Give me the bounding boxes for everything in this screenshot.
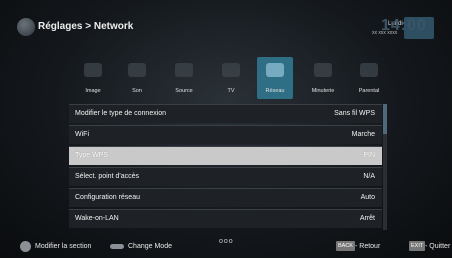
tab-label: Réseau bbox=[265, 88, 285, 94]
menu-item-value: Auto bbox=[360, 194, 375, 201]
menu-item-wps-type[interactable]: Type WPS PIN bbox=[69, 146, 382, 165]
tv-icon bbox=[222, 63, 240, 77]
source-icon bbox=[175, 63, 193, 77]
tab-parental[interactable]: Parental bbox=[351, 57, 387, 99]
footer-bar: Modifier la section Change Mode ooo BACK… bbox=[0, 238, 452, 258]
tab-son[interactable]: Son bbox=[119, 57, 155, 99]
footer-change-mode: Change Mode bbox=[128, 243, 172, 250]
menu-item-label: Type WPS bbox=[75, 152, 109, 159]
tab-label: Parental bbox=[358, 88, 380, 94]
exit-key[interactable]: EXIT bbox=[409, 241, 426, 251]
image-icon bbox=[84, 63, 102, 77]
menu-item-value: Marche bbox=[351, 131, 375, 138]
parental-icon bbox=[360, 63, 378, 77]
network-menu: Modifier le type de connexion Sans fil W… bbox=[69, 104, 387, 230]
tab-tv[interactable]: TV bbox=[213, 57, 249, 99]
tab-source[interactable]: Source bbox=[166, 57, 202, 99]
menu-item-value: N/A bbox=[363, 173, 375, 180]
footer-exit-label: - Quitter bbox=[425, 243, 451, 250]
menu-item-label: Modifier le type de connexion bbox=[75, 110, 167, 117]
menu-item-wifi[interactable]: WiFi Marche bbox=[69, 125, 382, 144]
settings-icon bbox=[17, 18, 35, 36]
menu-item-value: Arrêt bbox=[359, 215, 375, 222]
mode-key-icon bbox=[110, 244, 124, 249]
tab-label: TV bbox=[227, 88, 235, 94]
tab-image[interactable]: Image bbox=[75, 57, 111, 99]
tab-label: Source bbox=[175, 88, 193, 94]
tab-label: Image bbox=[85, 88, 101, 94]
timer-icon bbox=[314, 63, 332, 77]
clock: 14:00 bbox=[381, 17, 427, 34]
tab-label: Son bbox=[132, 88, 142, 94]
category-tabs: Image Son Source TV Réseau Minuterie Par… bbox=[75, 57, 385, 99]
tv-settings-screen: Réglages > Network Lundi xx xxx xxxx 14:… bbox=[0, 0, 452, 258]
menu-item-label: WiFi bbox=[75, 131, 89, 138]
scrollbar-thumb[interactable] bbox=[383, 104, 387, 134]
tab-minuterie[interactable]: Minuterie bbox=[305, 57, 341, 99]
menu-item-value: Sans fil WPS bbox=[334, 110, 375, 117]
menu-item-label: Configuration réseau bbox=[75, 194, 140, 201]
menu-item-label: Wake-on-LAN bbox=[75, 215, 119, 222]
footer-back-label: - Retour bbox=[355, 243, 381, 250]
navigation-pad-icon bbox=[20, 241, 31, 252]
page-title: Réglages > Network bbox=[38, 21, 134, 32]
menu-scrollbar[interactable] bbox=[383, 104, 387, 230]
tab-reseau[interactable]: Réseau bbox=[257, 57, 293, 99]
sound-icon bbox=[128, 63, 146, 77]
menu-item-wake-on-lan[interactable]: Wake-on-LAN Arrêt bbox=[69, 209, 382, 228]
menu-item-connection-type[interactable]: Modifier le type de connexion Sans fil W… bbox=[69, 104, 382, 123]
menu-item-value: PIN bbox=[363, 152, 375, 159]
back-key[interactable]: BACK bbox=[336, 241, 355, 251]
menu-item-network-config[interactable]: Configuration réseau Auto bbox=[69, 188, 382, 207]
tab-label: Minuterie bbox=[311, 88, 335, 94]
more-indicator: ooo bbox=[219, 238, 234, 245]
menu-item-access-point[interactable]: Sélect. point d'accès N/A bbox=[69, 167, 382, 186]
menu-item-label: Sélect. point d'accès bbox=[75, 173, 139, 180]
footer-modify-section: Modifier la section bbox=[35, 243, 92, 250]
network-icon bbox=[266, 63, 284, 77]
